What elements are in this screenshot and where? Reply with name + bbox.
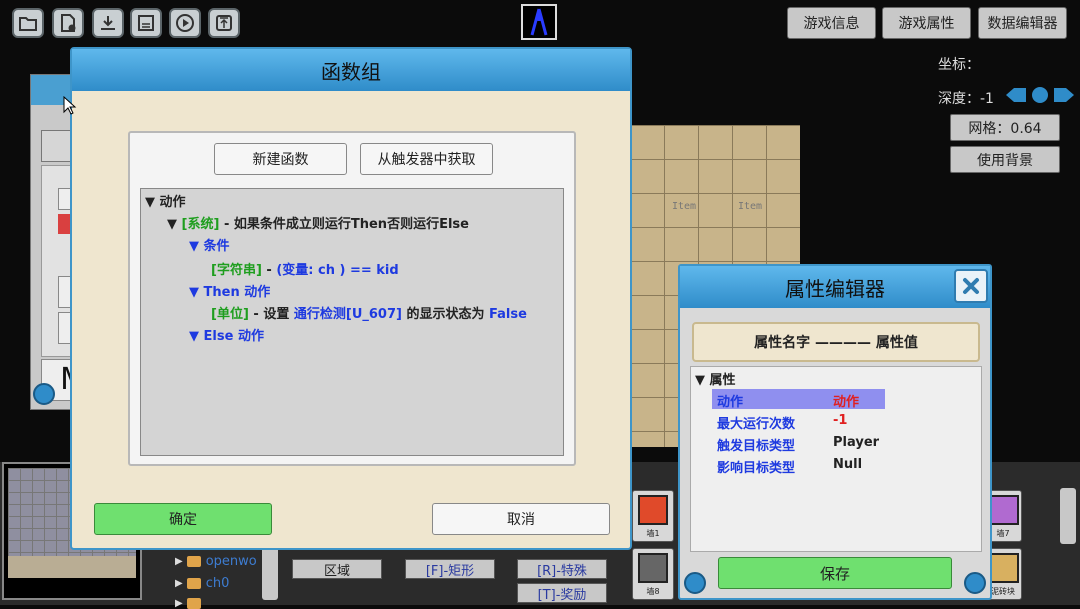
data-editor-button[interactable]: 数据编辑器 (978, 7, 1067, 39)
use-background-button[interactable]: 使用背景 (950, 146, 1060, 173)
dialog-title: 函数组 (72, 49, 630, 91)
category-region-button[interactable]: 区域 (292, 559, 382, 579)
close-icon (963, 278, 979, 294)
close-button[interactable] (954, 269, 988, 303)
category-rect-button[interactable]: [F]-矩形 (405, 559, 495, 579)
property-name[interactable]: 触发目标类型 (717, 435, 795, 454)
mouse-cursor-icon (63, 95, 77, 120)
tree-item[interactable]: ▶ (175, 598, 206, 609)
function-editor-box: 新建函数 从触发器中获取 ▼ 动作 ▼ [系统] - 如果条件成立则运行Then… (128, 131, 576, 466)
confirm-button[interactable]: 确定 (94, 503, 272, 535)
folder-icon (19, 17, 37, 31)
game-info-button[interactable]: 游戏信息 (787, 7, 876, 39)
grid-size-button[interactable]: 网格：0.64 (950, 114, 1060, 141)
cancel-button[interactable]: 取消 (432, 503, 610, 535)
new-file-button[interactable] (52, 8, 84, 38)
panel-resize-handle[interactable] (964, 572, 986, 594)
folder-icon (186, 578, 201, 589)
then-actions-node[interactable]: ▼ Then 动作 (189, 281, 270, 300)
property-editor-title: 属性编辑器 (680, 266, 990, 308)
property-group-header[interactable]: ▼ 属性 (695, 369, 736, 388)
tile-wall1[interactable]: 墙1 (632, 490, 674, 542)
upload-icon (216, 15, 232, 31)
expand-arrow-icon: ▶ (175, 578, 183, 589)
open-folder-button[interactable] (12, 8, 44, 38)
save-button[interactable]: 保存 (718, 557, 952, 589)
folder-icon (186, 556, 201, 567)
property-editor-panel: 属性编辑器 属性名字 ———— 属性值 ▼ 属性 动作 动作 最大运行次数 -1… (678, 264, 992, 600)
property-name[interactable]: 影响目标类型 (717, 457, 795, 476)
property-value[interactable]: -1 (833, 413, 847, 428)
property-value[interactable]: Player (833, 435, 879, 450)
property-table-header: 属性名字 ———— 属性值 (692, 322, 980, 362)
tree-item[interactable]: ▶ openwo (175, 554, 257, 569)
player-sprite-icon (530, 8, 548, 36)
play-icon (176, 14, 194, 32)
property-value[interactable]: 动作 (833, 391, 859, 410)
save-icon (138, 15, 154, 31)
coord-label: 坐标： (938, 57, 980, 73)
conditions-node[interactable]: ▼ 条件 (189, 235, 230, 254)
download-button[interactable] (92, 8, 124, 38)
property-name[interactable]: 最大运行次数 (717, 413, 795, 432)
tiles-scrollbar[interactable] (1060, 488, 1076, 544)
string-condition-node[interactable]: [字符串] - (变量: ch ) == kid (211, 259, 399, 278)
else-actions-node[interactable]: ▼ Else 动作 (189, 325, 264, 344)
new-function-button[interactable]: 新建函数 (214, 143, 347, 175)
tree-item[interactable]: ▶ ch0 (175, 576, 229, 591)
save-file-button[interactable] (130, 8, 162, 38)
folder-icon (186, 598, 201, 609)
panel-resize-handle[interactable] (684, 572, 706, 594)
category-reward-button[interactable]: [T]-奖励 (517, 583, 607, 603)
expand-arrow-icon: ▶ (175, 598, 183, 609)
actions-node[interactable]: ▼ 动作 (145, 191, 186, 210)
unit-action-node[interactable]: [单位] - 设置 通行检测[U_607] 的显示状态为 False (211, 303, 527, 322)
system-action-node[interactable]: ▼ [系统] - 如果条件成立则运行Then否则运行Else (167, 213, 469, 232)
expand-arrow-icon: ▶ (175, 556, 183, 567)
upload-button[interactable] (208, 8, 240, 38)
panel-resize-handle[interactable] (33, 383, 55, 405)
map-item: Item (738, 201, 763, 212)
property-list[interactable]: ▼ 属性 动作 动作 最大运行次数 -1 触发目标类型 Player 影响目标类… (690, 366, 982, 552)
category-special-button[interactable]: [R]-特殊 (517, 559, 607, 579)
play-button[interactable] (169, 8, 201, 38)
from-trigger-button[interactable]: 从触发器中获取 (360, 143, 493, 175)
download-icon (101, 16, 115, 30)
property-name[interactable]: 动作 (717, 391, 743, 410)
game-props-button[interactable]: 游戏属性 (882, 7, 971, 39)
tile-wall8[interactable]: 墙8 (632, 548, 674, 600)
property-value[interactable]: Null (833, 457, 862, 472)
function-group-dialog: 函数组 新建函数 从触发器中获取 ▼ 动作 ▼ [系统] - 如果条件成立则运行… (70, 47, 632, 550)
map-item: Item (672, 201, 697, 212)
depth-label: 深度：-1 (938, 91, 994, 107)
function-tree[interactable]: ▼ 动作 ▼ [系统] - 如果条件成立则运行Then否则运行Else ▼ 条件… (140, 188, 564, 456)
player-preview[interactable] (521, 4, 557, 40)
new-file-icon (61, 14, 76, 32)
depth-slider[interactable] (1006, 86, 1074, 104)
